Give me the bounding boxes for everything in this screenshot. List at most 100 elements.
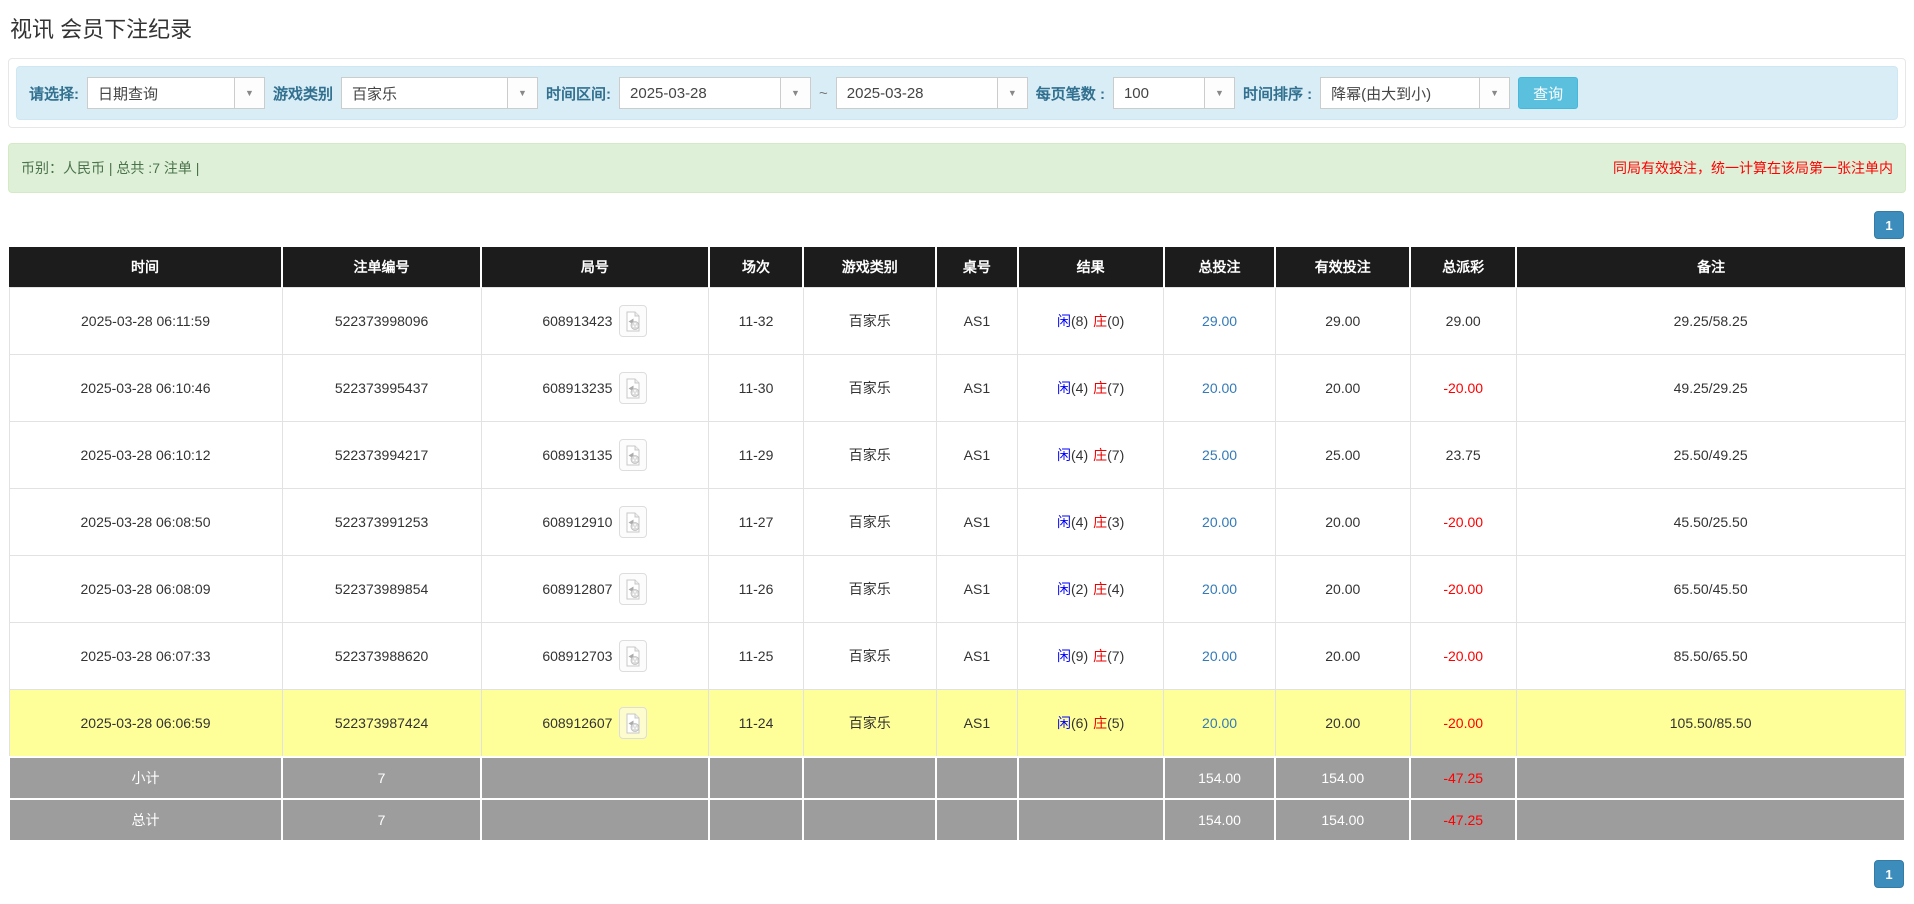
table-row: 2025-03-28 06:08:09 522373989854 6089128…: [8, 555, 1906, 623]
cell-result: 闲(6) 庄(5): [1017, 689, 1165, 758]
header-table-no: 桌号: [936, 247, 1019, 288]
result-player-score: (4): [1071, 514, 1089, 530]
total-count: 7: [281, 798, 483, 842]
cell-remark: 85.50/65.50: [1515, 622, 1906, 690]
bet-records-table: 时间 注单编号 局号 场次 游戏类别 桌号 结果 总投注 有效投注 总派彩 备注…: [7, 247, 1906, 842]
cell-round-id: 608913135: [480, 421, 710, 489]
cell-bet-id: 522373994217: [281, 421, 482, 489]
cell-game-type: 百家乐: [802, 488, 937, 556]
video-replay-button[interactable]: [619, 707, 648, 739]
cell-total-bet-link[interactable]: 29.00: [1163, 287, 1276, 355]
total-row: 总计 7 154.00 154.00 -47.25: [7, 798, 1906, 842]
cell-total-bet-link[interactable]: 25.00: [1163, 421, 1276, 489]
result-banker-label: 庄: [1093, 715, 1108, 731]
page-size-value: 100: [1123, 84, 1149, 102]
cell-game-type: 百家乐: [802, 555, 937, 623]
header-game-type: 游戏类别: [803, 247, 938, 288]
result-banker-score: (5): [1107, 715, 1125, 731]
result-player-score: (4): [1071, 380, 1089, 396]
cell-time: 2025-03-28 06:07:33: [8, 622, 283, 690]
total-payout: -47.25: [1409, 798, 1518, 842]
table-row: 2025-03-28 06:07:33 522373988620 6089127…: [8, 622, 1906, 690]
round-id-text: 608912607: [542, 715, 613, 731]
video-replay-button[interactable]: [619, 506, 648, 538]
cell-payout: -20.00: [1409, 622, 1517, 690]
table-body: 2025-03-28 06:11:59 522373998096 6089134…: [8, 287, 1906, 758]
video-replay-button[interactable]: [619, 640, 648, 672]
chevron-down-icon[interactable]: ▼: [234, 78, 264, 108]
cell-total-bet-link[interactable]: 20.00: [1163, 689, 1276, 758]
page-1-button[interactable]: 1: [1874, 860, 1904, 888]
cell-remark: 29.25/58.25: [1515, 287, 1906, 355]
date-to-value: 2025-03-28: [846, 84, 924, 102]
cell-valid-bet: 20.00: [1274, 689, 1411, 758]
cell-payout: -20.00: [1409, 689, 1517, 758]
result-player-label: 闲: [1057, 380, 1071, 396]
table-footer: 小计 7 154.00 154.00 -47.25 总计 7 154.00 15…: [7, 756, 1906, 842]
page-1-button[interactable]: 1: [1874, 211, 1904, 239]
cell-total-bet-link[interactable]: 20.00: [1163, 622, 1276, 690]
cell-session: 11-26: [708, 555, 804, 623]
cell-table-no: AS1: [935, 488, 1019, 556]
video-replay-button[interactable]: [619, 372, 648, 404]
chevron-down-icon[interactable]: ▼: [1203, 78, 1234, 108]
chevron-down-icon[interactable]: ▼: [996, 78, 1027, 108]
cell-game-type: 百家乐: [802, 622, 937, 690]
video-replay-button[interactable]: [619, 305, 648, 337]
result-banker-label: 庄: [1093, 514, 1108, 530]
cell-total-bet-link[interactable]: 20.00: [1163, 555, 1276, 623]
cell-remark: 45.50/25.50: [1515, 488, 1906, 556]
cell-total-bet-link[interactable]: 20.00: [1163, 354, 1276, 422]
result-player-label: 闲: [1057, 514, 1071, 530]
table-row: 2025-03-28 06:10:12 522373994217 6089131…: [8, 421, 1906, 489]
date-to-select[interactable]: 2025-03-28 ▼: [835, 77, 1028, 109]
subtotal-count: 7: [281, 756, 483, 800]
date-from-value: 2025-03-28: [630, 84, 707, 102]
result-player-label: 闲: [1057, 313, 1071, 329]
cell-session: 11-25: [708, 622, 804, 690]
search-button[interactable]: 查询: [1518, 77, 1579, 109]
page-size-select[interactable]: 100 ▼: [1112, 77, 1235, 109]
cell-session: 11-30: [708, 354, 804, 422]
cell-valid-bet: 20.00: [1274, 354, 1411, 422]
chevron-down-icon[interactable]: ▼: [1479, 78, 1510, 108]
result-player-label: 闲: [1057, 581, 1071, 597]
filter-bar: 请选择: 日期查询 ▼ 游戏类别 百家乐 ▼ 时间区间: 2025-03-28 …: [16, 66, 1898, 120]
table-row: 2025-03-28 06:06:59 522373987424 6089126…: [8, 689, 1906, 758]
table-row: 2025-03-28 06:08:50 522373991253 6089129…: [8, 488, 1906, 556]
result-player-score: (2): [1071, 581, 1089, 597]
header-session: 场次: [708, 247, 805, 288]
total-total-bet: 154.00: [1162, 798, 1277, 842]
video-replay-button[interactable]: [619, 573, 648, 605]
cell-result: 闲(9) 庄(7): [1017, 622, 1165, 690]
cell-bet-id: 522373988620: [281, 622, 482, 690]
game-type-select[interactable]: 百家乐 ▼: [341, 77, 539, 109]
sort-select[interactable]: 降幂(由大到小) ▼: [1320, 77, 1511, 109]
result-banker-score: (7): [1107, 447, 1125, 463]
result-player-score: (4): [1071, 447, 1089, 463]
cell-result: 闲(4) 庄(3): [1017, 488, 1165, 556]
game-type-value: 百家乐: [352, 85, 398, 103]
result-player-label: 闲: [1057, 447, 1071, 463]
query-type-select[interactable]: 日期查询 ▼: [87, 77, 265, 109]
video-file-icon: [626, 311, 640, 331]
table-header: 时间 注单编号 局号 场次 游戏类别 桌号 结果 总投注 有效投注 总派彩 备注: [9, 247, 1905, 288]
cell-total-bet-link[interactable]: 20.00: [1163, 488, 1276, 556]
cell-valid-bet: 25.00: [1274, 421, 1411, 489]
chevron-down-icon[interactable]: ▼: [507, 78, 538, 108]
cell-time: 2025-03-28 06:11:59: [8, 287, 283, 355]
page-size-label: 每页笔数 :: [1035, 85, 1105, 103]
query-type-label: 请选择:: [29, 85, 79, 103]
date-from-select[interactable]: 2025-03-28 ▼: [619, 77, 812, 109]
header-time: 时间: [9, 247, 284, 288]
chevron-down-icon[interactable]: ▼: [780, 78, 811, 108]
video-replay-button[interactable]: [619, 439, 648, 471]
table-row: 2025-03-28 06:11:59 522373998096 6089134…: [8, 287, 1906, 355]
cell-valid-bet: 20.00: [1274, 488, 1411, 556]
header-valid-bet: 有效投注: [1275, 247, 1412, 288]
cell-bet-id: 522373987424: [281, 689, 482, 758]
result-player-score: (9): [1071, 648, 1089, 664]
summary-currency-count: 币别：人民币 | 总共 :7 注单 |: [21, 160, 200, 176]
cell-bet-id: 522373998096: [281, 287, 482, 355]
cell-round-id: 608913423: [480, 287, 710, 355]
